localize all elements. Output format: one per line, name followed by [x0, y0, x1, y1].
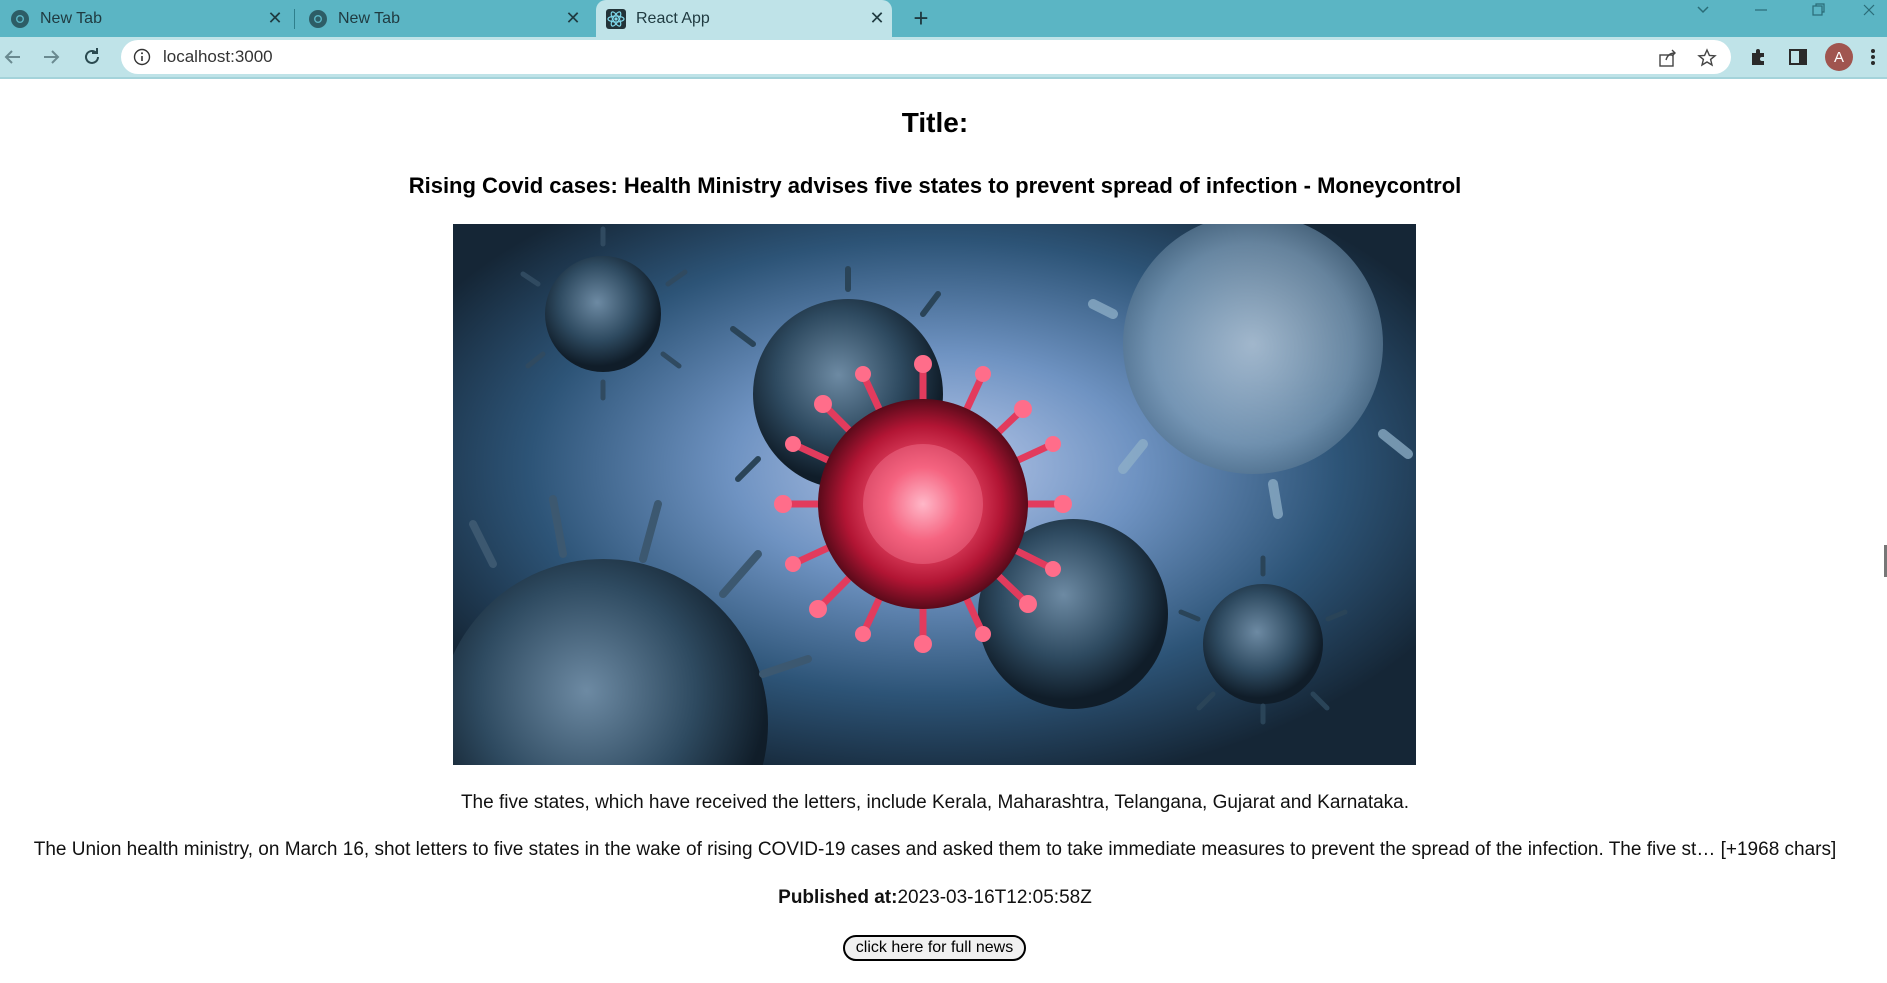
bookmark-star-icon[interactable] [1696, 47, 1718, 69]
close-tab-icon[interactable]: ✕ [260, 8, 290, 29]
news-image [453, 224, 1416, 765]
published-date: 2023-03-16T12:05:58Z [897, 887, 1092, 908]
tab-search-icon[interactable] [1683, 0, 1723, 20]
react-icon [606, 8, 626, 29]
back-icon[interactable] [0, 40, 30, 74]
extensions-icon[interactable] [1745, 44, 1771, 70]
tab-title: New Tab [40, 9, 102, 27]
toolbar-divider [0, 77, 1887, 79]
close-window-icon[interactable] [1849, 0, 1887, 20]
minimize-icon[interactable] [1741, 0, 1781, 20]
profile-avatar[interactable]: A [1825, 43, 1853, 71]
new-tab-button[interactable]: + [906, 0, 936, 37]
close-tab-icon[interactable]: ✕ [862, 8, 892, 29]
news-content: The Union health ministry, on March 16, … [33, 839, 1837, 860]
chrome-icon [309, 9, 327, 28]
coronavirus-illustration [453, 224, 1416, 765]
published-line: Published at:2023-03-16T12:05:58Z [0, 887, 1870, 909]
tab-strip: New Tab ✕ New Tab ✕ React App ✕ + [0, 0, 1887, 37]
close-tab-icon[interactable]: ✕ [558, 8, 588, 29]
url-text: localhost:3000 [163, 47, 273, 66]
tab-title: New Tab [338, 9, 400, 27]
tab-react-app[interactable]: React App ✕ [596, 0, 892, 37]
tab-new-tab-1[interactable]: New Tab ✕ [0, 0, 290, 37]
restore-icon[interactable] [1799, 0, 1839, 20]
forward-icon[interactable] [34, 40, 68, 74]
news-headline: Rising Covid cases: Health Ministry advi… [408, 173, 1462, 198]
published-label: Published at: [778, 887, 898, 908]
news-description: The five states, which have received the… [460, 792, 1410, 813]
side-panel-icon[interactable] [1785, 44, 1811, 70]
page-title: Title: [901, 107, 969, 138]
share-icon[interactable] [1657, 47, 1679, 69]
chrome-icon [11, 9, 29, 28]
menu-kebab-icon[interactable] [1860, 44, 1886, 70]
site-info-icon[interactable] [133, 48, 151, 66]
reload-icon[interactable] [75, 40, 109, 74]
tab-new-tab-2[interactable]: New Tab ✕ [298, 0, 588, 37]
tab-separator [294, 9, 295, 29]
address-bar[interactable]: localhost:3000 [121, 40, 1731, 74]
tab-title: React App [636, 9, 710, 27]
full-news-button[interactable]: click here for full news [843, 935, 1026, 961]
